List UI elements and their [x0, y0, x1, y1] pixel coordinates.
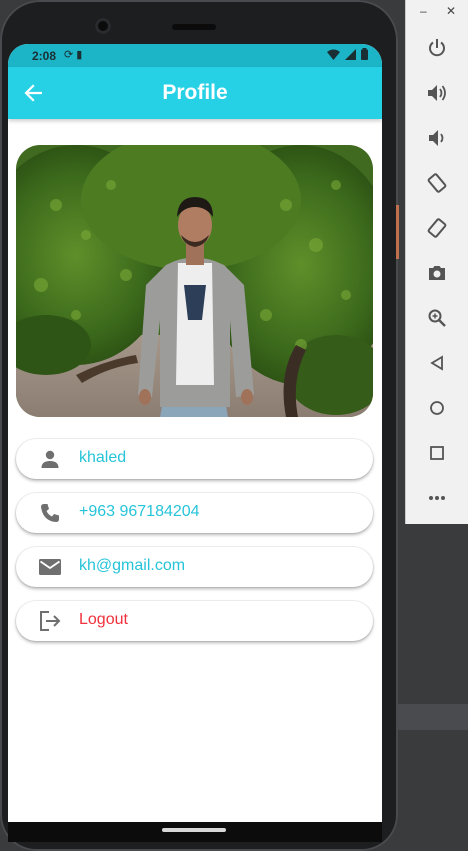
emulator-background-strip: [397, 704, 468, 730]
phone-side-button: [396, 205, 399, 259]
wifi-icon: [327, 49, 340, 60]
status-left-icons: ⟳▮: [64, 48, 85, 61]
phone-screen: 2:08 ⟳▮ Profile khaled +963 967184204 kh…: [8, 44, 382, 822]
gesture-home-pill[interactable]: [162, 828, 226, 832]
page-title: Profile: [162, 81, 228, 104]
battery-icon: [361, 48, 368, 60]
power-icon: [429, 39, 445, 57]
close-icon[interactable]: ✕: [446, 4, 456, 18]
status-time: 2:08: [32, 49, 57, 63]
home-circle-icon: [430, 401, 444, 415]
tile-phone[interactable]: +963 967184204: [16, 493, 373, 533]
email-icon: [38, 555, 62, 579]
emulator-toolbar: – ✕: [405, 0, 468, 524]
email-text: kh@gmail.com: [79, 557, 186, 574]
phone-number-text: +963 967184204: [79, 503, 200, 520]
back-triangle-icon: [430, 355, 443, 371]
rotate-right-button[interactable]: [422, 213, 452, 243]
rotate-left-icon: [427, 173, 447, 193]
sync-icon: ⟳: [64, 49, 77, 61]
signal-icon: [345, 48, 356, 60]
rotate-right-icon: [427, 218, 447, 238]
person-icon: [38, 447, 62, 471]
zoom-icon: [428, 309, 446, 327]
logout-icon: [38, 609, 62, 633]
volume-down-icon: [429, 130, 444, 146]
sd-card-icon: ▮: [76, 49, 86, 61]
earpiece-speaker: [172, 24, 216, 30]
power-button[interactable]: [422, 33, 452, 63]
tile-username[interactable]: khaled: [16, 439, 373, 479]
volume-up-icon: [428, 85, 446, 101]
logout-label: Logout: [79, 611, 128, 628]
status-bar: 2:08 ⟳▮: [8, 44, 382, 67]
phone-icon: [38, 501, 62, 525]
phone-frame: 2:08 ⟳▮ Profile khaled +963 967184204 kh…: [0, 0, 398, 851]
front-camera: [95, 18, 111, 34]
emulator-back-button[interactable]: [422, 348, 452, 378]
minimize-icon[interactable]: –: [420, 4, 427, 18]
zoom-button[interactable]: [422, 303, 452, 333]
emulator-more-button[interactable]: [422, 483, 452, 513]
navigation-bar: [8, 822, 382, 842]
status-right-icons: [327, 48, 368, 60]
emulator-home-button[interactable]: [422, 393, 452, 423]
username-text: khaled: [79, 449, 127, 466]
profile-photo: [16, 145, 373, 417]
tile-email[interactable]: kh@gmail.com: [16, 547, 373, 587]
logout-button[interactable]: Logout: [16, 601, 373, 641]
volume-down-button[interactable]: [422, 123, 452, 153]
screenshot-button[interactable]: [422, 258, 452, 288]
more-icon: [429, 496, 445, 500]
rotate-left-button[interactable]: [422, 168, 452, 198]
emulator-window-controls: – ✕: [406, 4, 468, 20]
camera-icon: [429, 266, 445, 280]
volume-up-button[interactable]: [422, 78, 452, 108]
emulator-overview-button[interactable]: [422, 438, 452, 468]
app-bar: Profile: [8, 67, 382, 119]
overview-square-icon: [430, 446, 444, 460]
